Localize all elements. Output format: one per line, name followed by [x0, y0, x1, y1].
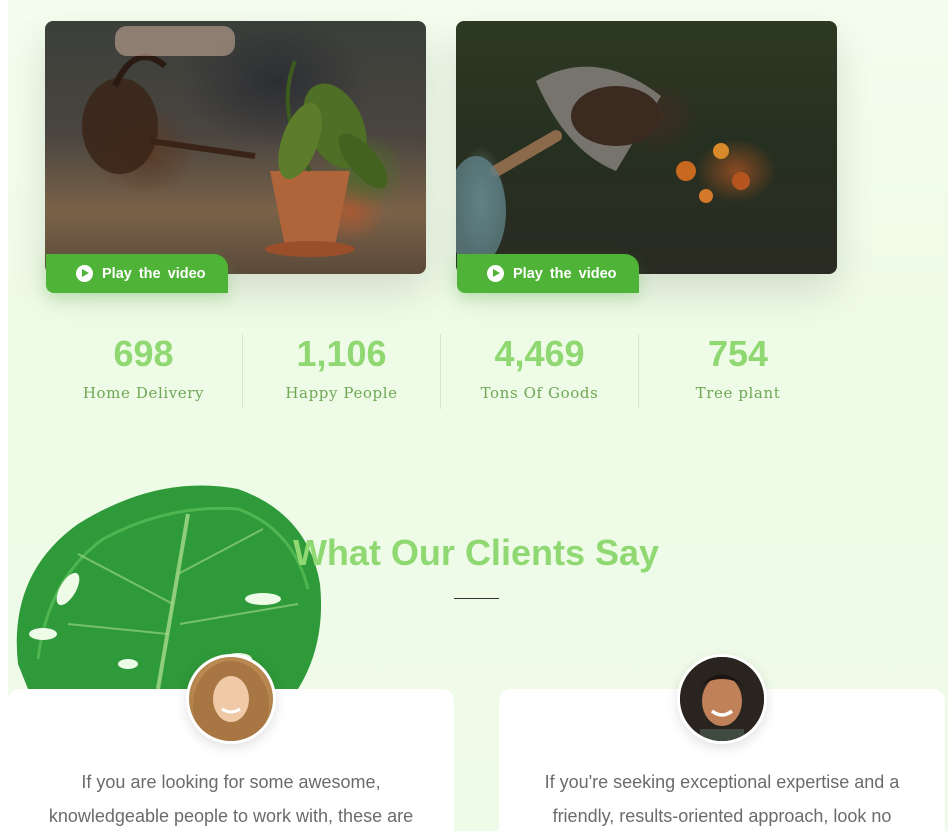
stat-label: Tons Of Goods [480, 384, 599, 402]
monstera-leaf-decoration [8, 484, 328, 689]
stat-number: 4,469 [494, 333, 585, 374]
video-card-watering[interactable] [45, 21, 426, 274]
stat-number: 1,106 [296, 333, 387, 374]
woman-avatar [186, 654, 276, 744]
play-icon [487, 265, 504, 282]
stat-label: Tree plant [695, 384, 781, 402]
stat-number: 698 [113, 333, 174, 374]
title-divider [454, 598, 499, 599]
play-icon [76, 265, 93, 282]
avatar-icon [193, 661, 269, 741]
man-avatar [677, 654, 767, 744]
watering-plant-illustration [82, 26, 388, 257]
testimonial-text: If you are looking for some awesome, kno… [48, 772, 414, 826]
stat-number: 754 [707, 333, 769, 374]
shovel-soil-illustration [456, 66, 750, 266]
stat-happy-people: 1,106 Happy People [243, 334, 441, 409]
stat-home-delivery: 698 Home Delivery [45, 334, 243, 409]
play-video-label: Play the video [513, 265, 617, 282]
play-video-button[interactable]: Play the video [457, 254, 639, 293]
shovel-soil-photo [456, 21, 837, 274]
stat-label: Happy People [285, 384, 398, 402]
play-video-button[interactable]: Play the video [46, 254, 228, 293]
watering-plant-photo [45, 21, 426, 274]
section-title: What Our Clients Say [292, 532, 660, 573]
avatar-icon [680, 657, 764, 741]
video-card-shovel[interactable] [456, 21, 837, 274]
stats-row: 698 Home Delivery 1,106 Happy People 4,4… [45, 334, 837, 409]
play-video-label: Play the video [102, 265, 206, 282]
testimonial-text: If you're seeking exceptional expertise … [544, 772, 900, 826]
stat-tons-of-goods: 4,469 Tons Of Goods [441, 334, 639, 409]
leaf-icon [16, 485, 322, 689]
stat-tree-plant: 754 Tree plant [639, 334, 837, 409]
stat-label: Home Delivery [82, 384, 205, 402]
